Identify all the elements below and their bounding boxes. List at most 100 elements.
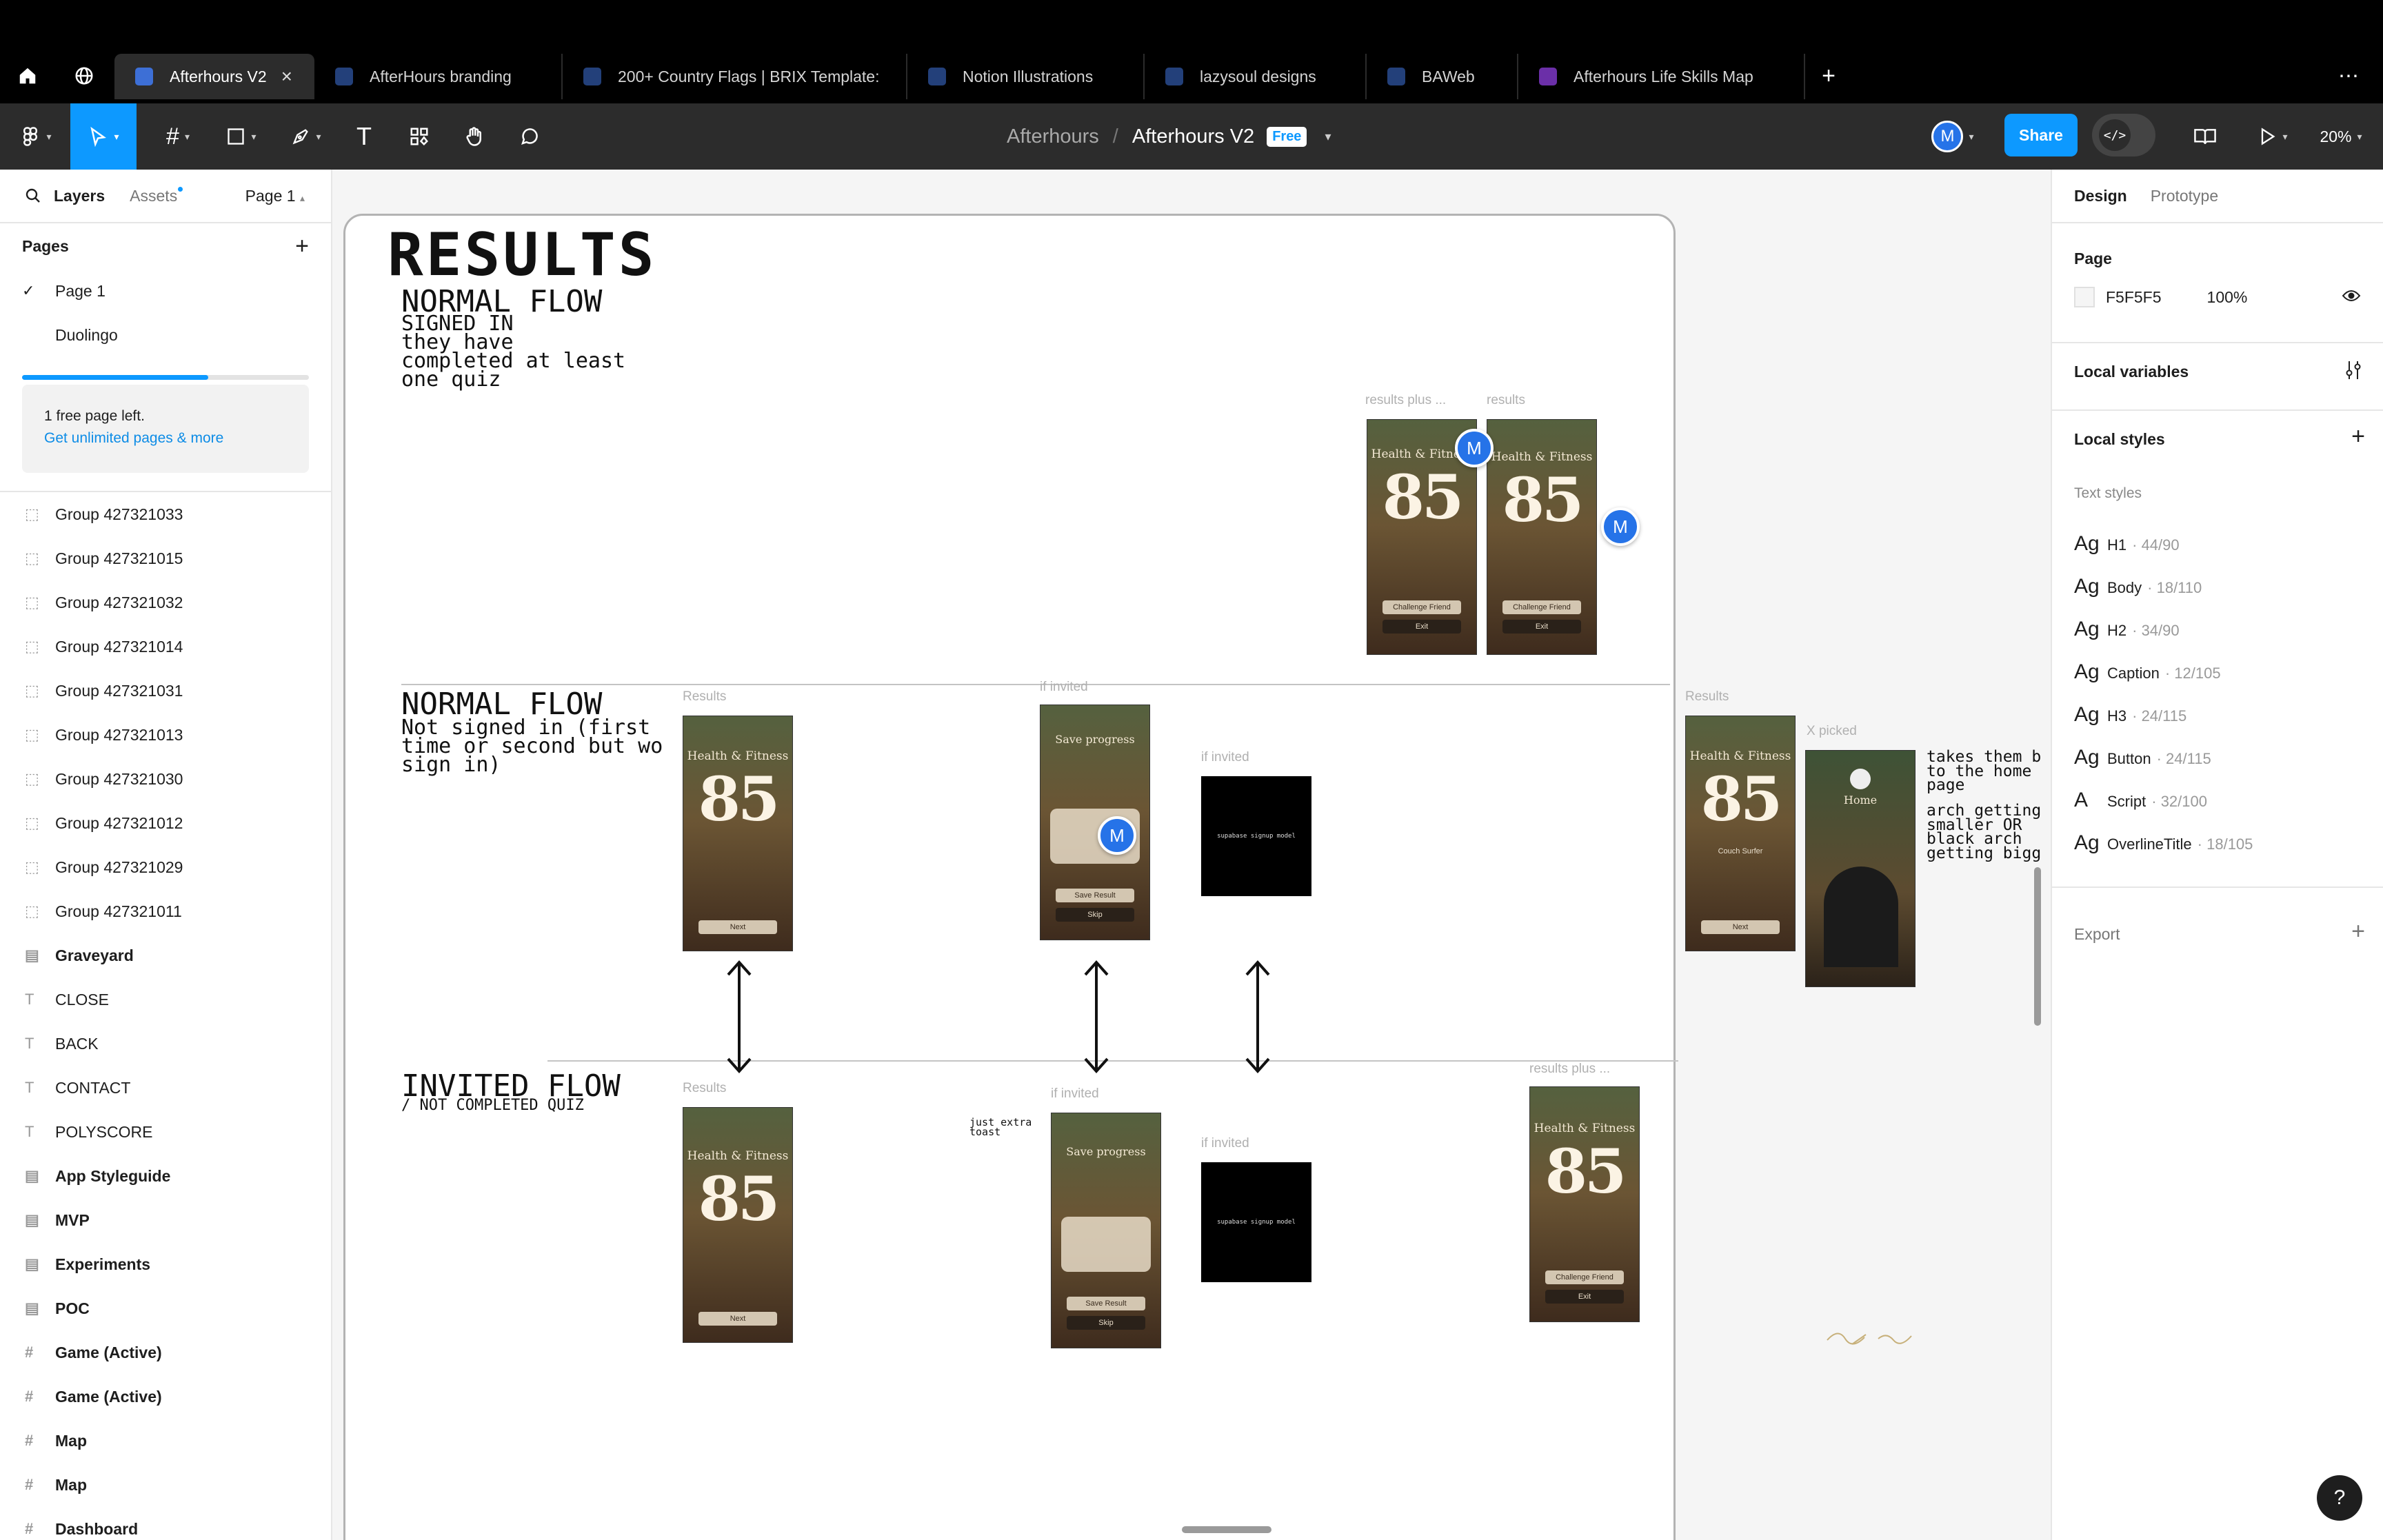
- signup-modal-placeholder[interactable]: supabase signup model: [1201, 776, 1311, 896]
- phone-results[interactable]: Health & Fitness 85 Challenge Friend Exi…: [1487, 419, 1597, 655]
- layer-item[interactable]: ⬚ Group 427321012: [0, 801, 331, 845]
- chevron-down-icon[interactable]: ▾: [1325, 130, 1331, 144]
- layer-item[interactable]: ⬚ Group 427321015: [0, 536, 331, 580]
- color-swatch[interactable]: [2074, 287, 2095, 307]
- page-selector[interactable]: Page 1 ▴: [245, 187, 305, 205]
- layer-item[interactable]: T BACK: [0, 1022, 331, 1066]
- promo-link[interactable]: Get unlimited pages & more: [44, 430, 223, 447]
- note-arch[interactable]: arch getting smaller OR black arch getti…: [1927, 803, 2041, 862]
- add-page-icon[interactable]: +: [295, 233, 309, 260]
- flow2-title[interactable]: NORMAL FLOW: [401, 689, 602, 720]
- hand-tool-button[interactable]: [455, 103, 494, 170]
- comment-tool-button[interactable]: [510, 103, 549, 170]
- tab-prototype[interactable]: Prototype: [2151, 187, 2218, 205]
- frame-label[interactable]: if invited: [1051, 1086, 1099, 1102]
- eye-icon[interactable]: [2342, 288, 2361, 307]
- text-style-item[interactable]: Ag H2 · 34/90: [2074, 618, 2180, 641]
- tab-afterhours-v2[interactable]: Afterhours V2 ×: [114, 54, 314, 99]
- layer-item[interactable]: ⬚ Group 427321029: [0, 845, 331, 889]
- layer-item[interactable]: ▤ Graveyard: [0, 933, 331, 977]
- frame-label[interactable]: Results: [683, 689, 726, 705]
- tab-design[interactable]: Design: [2074, 187, 2127, 205]
- design-canvas[interactable]: RESULTS NORMAL FLOW SIGNED IN they have …: [332, 170, 2051, 1540]
- add-export-icon[interactable]: +: [2351, 918, 2365, 945]
- shape-tool-button[interactable]: ▾: [217, 103, 266, 170]
- layer-item[interactable]: # Game (Active): [0, 1375, 331, 1419]
- zoom-dropdown[interactable]: 20% ▾: [2310, 103, 2372, 170]
- frame-label[interactable]: results: [1487, 393, 1525, 408]
- horizontal-scrollbar[interactable]: [1182, 1526, 1271, 1533]
- page-background-row[interactable]: F5F5F5 100%: [2074, 287, 2361, 307]
- layer-item[interactable]: T POLYSCORE: [0, 1110, 331, 1154]
- tab-assets[interactable]: Assets: [130, 186, 183, 205]
- globe-icon[interactable]: [69, 61, 99, 91]
- pen-tool-button[interactable]: ▾: [281, 103, 331, 170]
- variables-icon[interactable]: [2344, 360, 2362, 385]
- phone-save-progress-invited[interactable]: Save progress Save Result Skip: [1051, 1113, 1161, 1348]
- phone-results-couch-surfer[interactable]: Health & Fitness 85 Couch Surfer Next: [1685, 716, 1796, 951]
- share-button[interactable]: Share: [2004, 114, 2078, 156]
- layer-item[interactable]: ▤ POC: [0, 1286, 331, 1330]
- layer-item[interactable]: # Map: [0, 1463, 331, 1507]
- page-item-duolingo[interactable]: Duolingo: [0, 313, 331, 357]
- text-style-item[interactable]: Ag Button · 24/115: [2074, 746, 2211, 769]
- search-icon[interactable]: [25, 188, 41, 204]
- phone-save-progress[interactable]: Save progress Save Result Skip: [1040, 705, 1150, 940]
- add-style-icon[interactable]: +: [2351, 423, 2365, 450]
- layer-item[interactable]: ⬚ Group 427321033: [0, 492, 331, 536]
- note-toast[interactable]: just extra toast: [969, 1117, 1032, 1137]
- layer-item[interactable]: ⬚ Group 427321030: [0, 757, 331, 801]
- help-button[interactable]: ?: [2317, 1475, 2362, 1521]
- text-tool-button[interactable]: T: [345, 103, 383, 170]
- flow1-note[interactable]: SIGNED IN they have completed at least o…: [401, 314, 625, 390]
- tab-life-skills-map[interactable]: Afterhours Life Skills Map: [1518, 54, 1805, 99]
- text-style-item[interactable]: Ag Body · 18/110: [2074, 575, 2202, 598]
- frame-label[interactable]: if invited: [1201, 1136, 1249, 1151]
- text-style-item[interactable]: Ag Caption · 12/105: [2074, 660, 2221, 684]
- tab-country-flags[interactable]: 200+ Country Flags | BRIX Template:: [563, 54, 907, 99]
- frame-label[interactable]: X picked: [1807, 724, 1857, 739]
- phone-results-invited[interactable]: Health & Fitness 85 Next: [683, 1107, 793, 1343]
- layer-item[interactable]: ▤ App Styleguide: [0, 1154, 331, 1198]
- more-options-icon[interactable]: ⋯: [2333, 61, 2364, 91]
- signup-modal-placeholder[interactable]: supabase signup model: [1201, 1162, 1311, 1282]
- tab-layers[interactable]: Layers: [54, 187, 105, 205]
- vertical-scrollbar[interactable]: [2034, 867, 2041, 1026]
- layer-item[interactable]: ▤ Experiments: [0, 1242, 331, 1286]
- page-item-page-1[interactable]: ✓ Page 1: [0, 269, 331, 313]
- tab-notion-illustrations[interactable]: Notion Illustrations: [907, 54, 1145, 99]
- frame-label[interactable]: Results: [683, 1081, 726, 1096]
- multiplayer-avatar[interactable]: M ▾: [1927, 103, 1979, 170]
- layer-item[interactable]: # Map: [0, 1419, 331, 1463]
- flow3-title[interactable]: INVITED FLOW: [401, 1071, 621, 1102]
- frame-label[interactable]: results plus ...: [1365, 393, 1446, 408]
- phone-results-plus-invited[interactable]: Health & Fitness 85 Challenge Friend Exi…: [1529, 1086, 1640, 1322]
- tab-afterhours-branding[interactable]: AfterHours branding: [314, 54, 563, 99]
- library-button[interactable]: [2186, 103, 2224, 170]
- text-style-item[interactable]: Ag H1 · 44/90: [2074, 532, 2180, 556]
- bg-color-value[interactable]: F5F5F5: [2106, 288, 2162, 307]
- frame-label[interactable]: if invited: [1201, 750, 1249, 765]
- layer-item[interactable]: # Dashboard: [0, 1507, 331, 1540]
- text-style-item[interactable]: Ag OverlineTitle · 18/105: [2074, 831, 2253, 855]
- flow2-note[interactable]: Not signed in (first time or second but …: [401, 718, 663, 776]
- layer-item[interactable]: # Game (Active): [0, 1330, 331, 1375]
- file-name[interactable]: Afterhours V2: [1132, 125, 1254, 148]
- frame-label[interactable]: if invited: [1040, 680, 1088, 695]
- home-icon[interactable]: [12, 61, 43, 91]
- layer-item[interactable]: ⬚ Group 427321013: [0, 713, 331, 757]
- text-style-item[interactable]: Ag H3 · 24/115: [2074, 703, 2186, 727]
- dev-mode-toggle[interactable]: </>: [2092, 114, 2155, 156]
- flow3-note[interactable]: / NOT COMPLETED QUIZ: [401, 1098, 584, 1113]
- results-section-frame[interactable]: [343, 214, 1676, 1540]
- frame-label[interactable]: results plus ...: [1529, 1062, 1610, 1077]
- layer-item[interactable]: ⬚ Group 427321032: [0, 580, 331, 625]
- project-name[interactable]: Afterhours: [1007, 125, 1099, 148]
- text-style-item[interactable]: A Script · 32/100: [2074, 789, 2207, 812]
- present-button[interactable]: ▾: [2246, 103, 2299, 170]
- local-variables-title[interactable]: Local variables: [2074, 363, 2189, 381]
- new-tab-plus-icon[interactable]: +: [1813, 61, 1844, 91]
- layer-item[interactable]: ⬚ Group 427321014: [0, 625, 331, 669]
- phone-results-guest[interactable]: Health & Fitness 85 Next: [683, 716, 793, 951]
- components-button[interactable]: [400, 103, 439, 170]
